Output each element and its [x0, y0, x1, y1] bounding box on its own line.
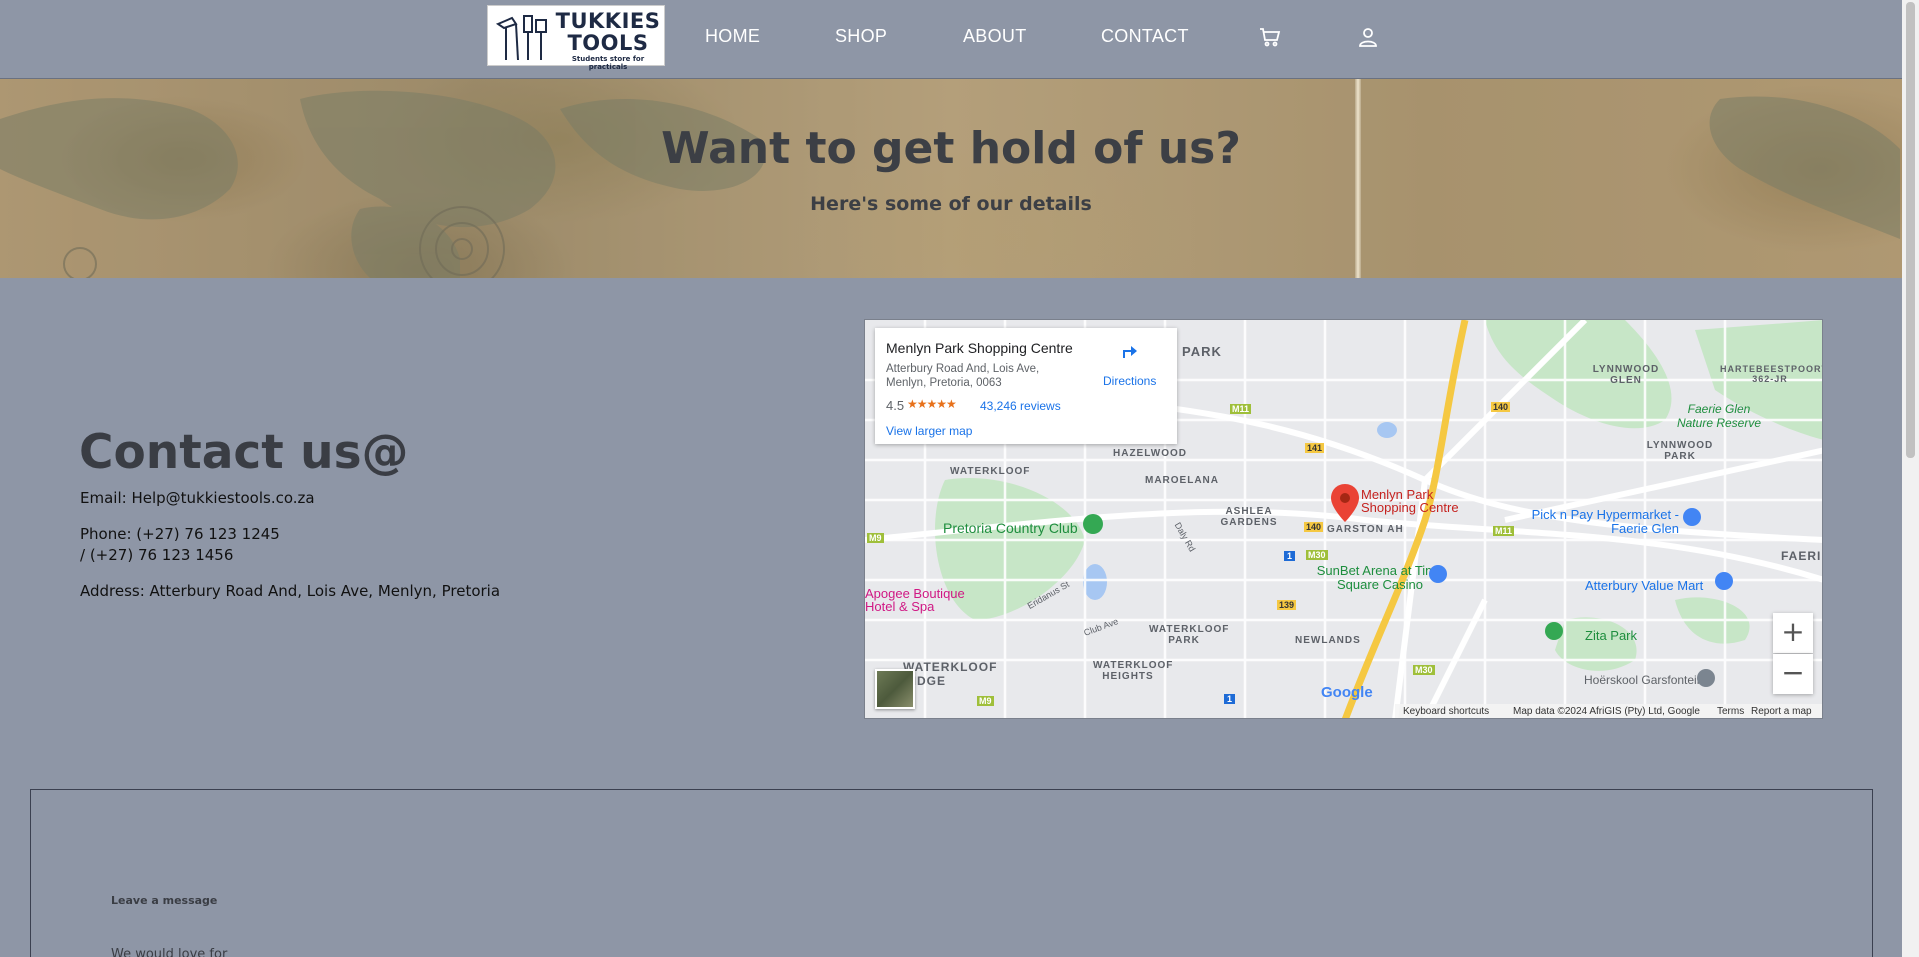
map-poi-pretoria-country-club[interactable]: Pretoria Country Club — [943, 520, 1078, 536]
nav-about[interactable]: ABOUT — [963, 26, 1027, 47]
place-info-card: Menlyn Park Shopping Centre Atterbury Ro… — [875, 328, 1177, 444]
nav-shop[interactable]: SHOP — [835, 26, 887, 47]
star-rating-icon: ★★★★★ — [907, 397, 957, 411]
road-shield-m9: M9 — [867, 533, 884, 543]
contact-phone-2: / (+27) 76 123 1456 — [80, 546, 234, 564]
tools-logo-icon — [495, 15, 547, 61]
top-navigation: TUKKIES TOOLS Students store for practic… — [0, 0, 1902, 79]
cart-icon[interactable] — [1259, 26, 1281, 48]
contact-phone-1: Phone: (+27) 76 123 1245 — [80, 525, 280, 543]
satellite-toggle-button[interactable] — [875, 669, 915, 709]
directions-icon[interactable] — [1119, 340, 1141, 362]
contact-title: Contact us@ — [79, 425, 409, 480]
road-shield-m11: M11 — [1230, 404, 1252, 414]
map-area-hartebeestpoort: HARTEBEESTPOORT 362-JR — [1720, 364, 1823, 384]
message-intro-text: We would love for — [111, 947, 228, 957]
road-shield-140: 140 — [1491, 402, 1511, 412]
leave-message-label: Leave a message — [111, 894, 218, 907]
map-poi-atterbury-value-mart[interactable]: Atterbury Value Mart — [1585, 578, 1703, 593]
map-pin-label[interactable]: Menlyn Park Shopping Centre — [1361, 488, 1471, 514]
road-shield-m30: M30 — [1306, 550, 1328, 560]
map-data-attribution: Map data ©2024 AfriGIS (Pty) Ltd, Google — [1513, 706, 1700, 717]
road-shield-n1: 1 — [1284, 551, 1296, 561]
shopping-cart-icon — [1683, 508, 1701, 526]
map-poi-sunbet-arena[interactable]: SunBet Arena at Time Square Casino — [1315, 564, 1445, 592]
brand-tagline: Students store for practicals — [571, 55, 645, 71]
place-reviews-link[interactable]: 43,246 reviews — [980, 399, 1061, 413]
hero-subtitle: Here's some of our details — [810, 193, 1092, 215]
map-area-newlands: NEWLANDS — [1295, 635, 1361, 646]
scrollbar-thumb[interactable] — [1906, 2, 1915, 458]
brand-logo[interactable]: TUKKIES TOOLS Students store for practic… — [487, 5, 665, 71]
contact-email: Email: Help@tukkiestools.co.za — [80, 489, 315, 507]
hero-decoration — [1355, 79, 1361, 278]
terms-link[interactable]: Terms — [1717, 706, 1744, 717]
map-area-waterkloof-park: WATERKLOOF PARK — [1149, 624, 1230, 646]
hero-overlay — [0, 79, 1902, 278]
place-name: Menlyn Park Shopping Centre — [886, 340, 1073, 356]
brand-title: TUKKIES TOOLS — [554, 10, 662, 54]
road-shield-141: 141 — [1305, 443, 1325, 453]
map-poi-apogee[interactable]: Apogee Boutique Hotel & Spa — [865, 587, 985, 613]
map-area-maroelana: MAROELANA — [1145, 475, 1219, 486]
tree-icon — [1545, 622, 1563, 640]
hero-banner: Want to get hold of us? Here's some of o… — [0, 79, 1902, 278]
directions-link[interactable]: Directions — [1103, 374, 1156, 388]
road-shield-m9-b: M9 — [977, 696, 994, 706]
road-shield-m11-b: M11 — [1493, 526, 1515, 536]
map-attribution-bar: Keyboard shortcuts Map data ©2024 AfriGI… — [1395, 704, 1822, 718]
google-logo: Google — [1321, 684, 1373, 701]
page-scrollbar[interactable] — [1902, 0, 1919, 957]
brand-title-line2: TOOLS — [567, 31, 649, 55]
road-shield-139: 139 — [1277, 600, 1297, 610]
map-lake — [1083, 564, 1107, 600]
map-area-waterkloof-heights: WATERKLOOF HEIGHTS — [1093, 660, 1174, 682]
view-larger-map-link[interactable]: View larger map — [886, 424, 972, 438]
place-address: Atterbury Road And, Lois Ave, Menlyn, Pr… — [886, 363, 1040, 389]
brand-title-line1: TUKKIES — [555, 9, 661, 33]
zoom-in-button[interactable]: + — [1773, 613, 1813, 653]
map-area-park: PARK — [1182, 344, 1222, 359]
golf-icon — [1083, 514, 1103, 534]
map-poi-hoerskool[interactable]: Hoërskool Garsfontein — [1584, 673, 1703, 687]
map-area-waterkloof: WATERKLOOF — [950, 466, 1031, 477]
map-area-hazelwood: HAZELWOOD — [1113, 448, 1187, 459]
shopping-bag-icon — [1715, 572, 1733, 590]
map-area-lynnwood-glen: LYNNWOOD GLEN — [1592, 364, 1660, 386]
zoom-out-button[interactable]: − — [1773, 654, 1813, 694]
school-icon — [1697, 669, 1715, 687]
map-poi-zita-park[interactable]: Zita Park — [1585, 628, 1637, 643]
nav-home[interactable]: HOME — [705, 26, 760, 47]
google-logo-text: Google — [1321, 684, 1373, 701]
place-rating: 4.5 — [886, 398, 905, 413]
map-area-lynnwood-park: LYNNWOOD PARK — [1646, 440, 1714, 462]
location-pin-icon[interactable] — [1331, 484, 1359, 522]
user-icon[interactable] — [1357, 26, 1379, 48]
report-error-link[interactable]: Report a map error — [1751, 706, 1822, 718]
contact-address: Address: Atterbury Road And, Lois Ave, M… — [80, 582, 501, 600]
road-shield-n1-b: 1 — [1224, 694, 1236, 704]
nav-contact[interactable]: CONTACT — [1101, 26, 1189, 47]
map-poi-faerie-glen-reserve[interactable]: Faerie Glen Nature Reserve — [1669, 402, 1769, 430]
map-lake — [1377, 422, 1397, 438]
map-area-waterkloof-ridge: WATERKLOOF RIDGE — [903, 660, 998, 688]
casino-icon — [1429, 565, 1447, 583]
road-shield-m30-b: M30 — [1413, 665, 1435, 675]
map-area-garston: GARSTON AH — [1327, 524, 1404, 535]
road-shield-140-b: 140 — [1304, 522, 1324, 532]
hero-title: Want to get hold of us? — [661, 123, 1241, 174]
map-area-ashlea-gardens: ASHLEA GARDENS — [1220, 506, 1278, 528]
map-area-faerie: FAERIE — [1781, 549, 1822, 563]
map-poi-pick-n-pay[interactable]: Pick n Pay Hypermarket - Faerie Glen — [1529, 508, 1679, 536]
embedded-map[interactable]: M11 140 140 141 139 1 1 M30 M30 M11 M9 M… — [864, 319, 1823, 719]
message-form-container: Leave a message We would love for — [30, 789, 1873, 957]
keyboard-shortcuts-link[interactable]: Keyboard shortcuts — [1403, 706, 1489, 717]
